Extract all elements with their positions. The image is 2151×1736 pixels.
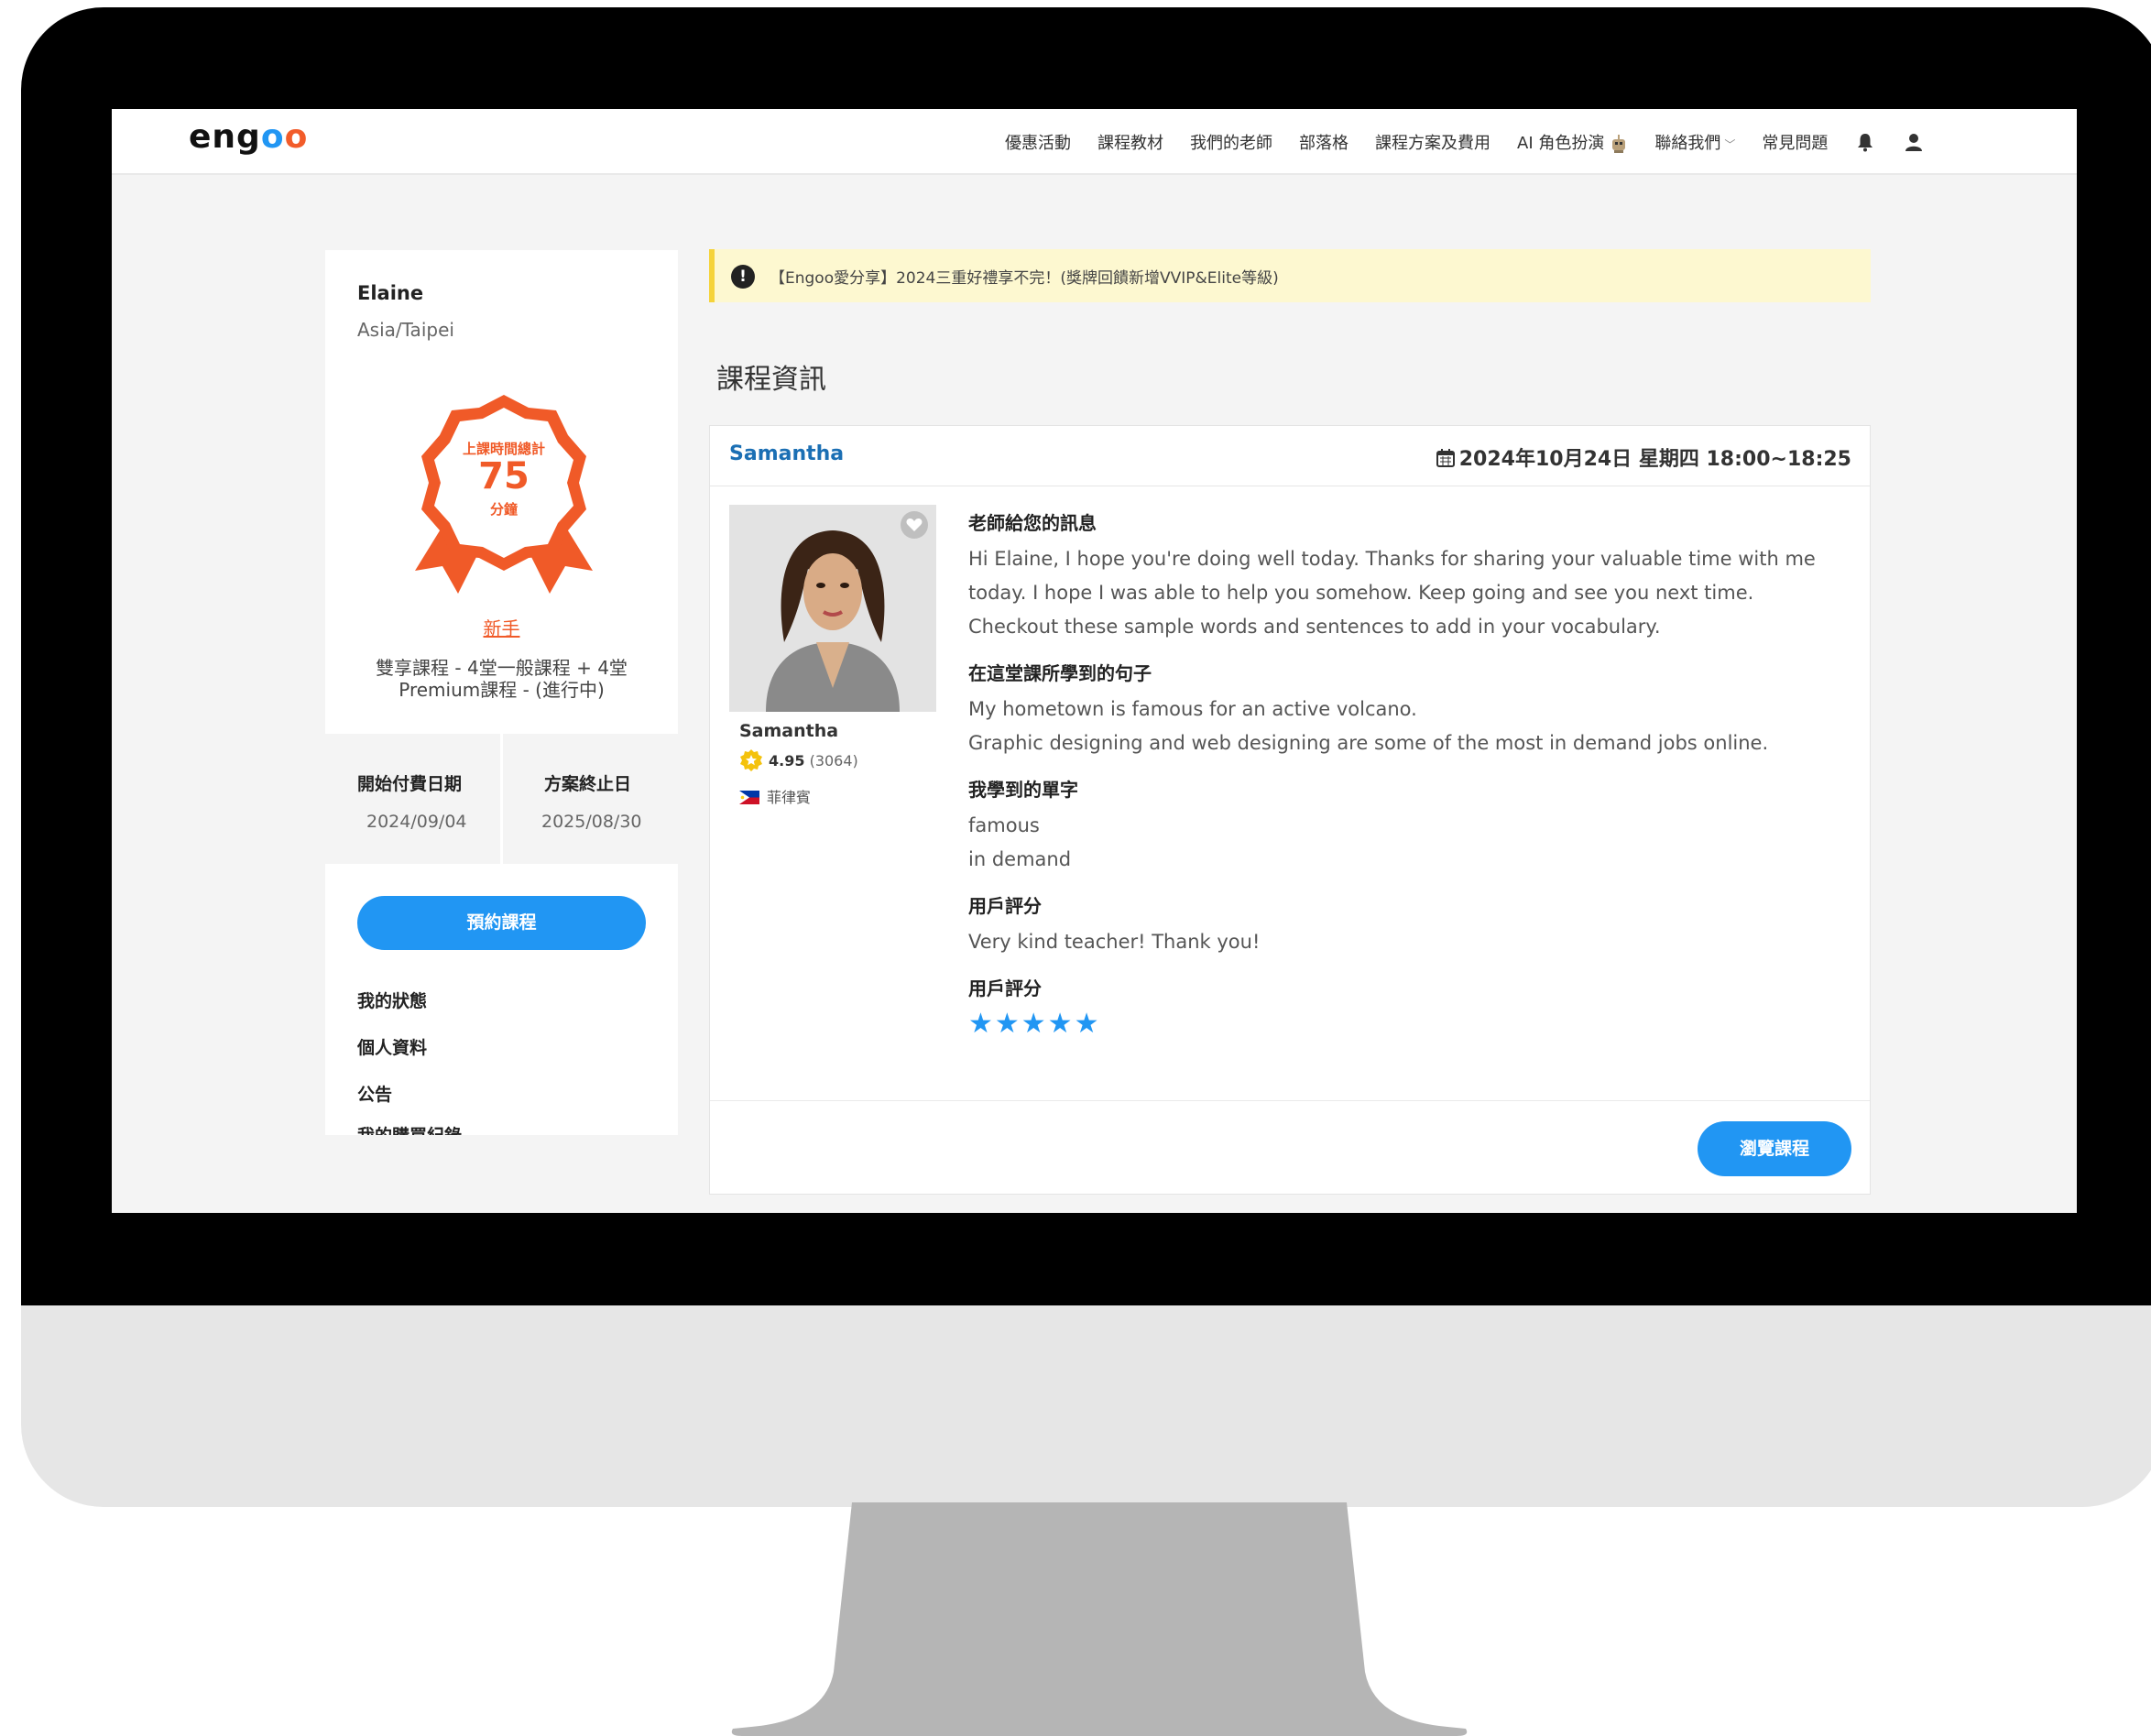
favorite-heart-icon[interactable] [901, 511, 928, 539]
rating-star-badge-icon [740, 749, 762, 771]
sentences-heading: 在這堂課所學到的句子 [968, 662, 1152, 684]
sentence-item: My hometown is famous for an active volc… [968, 698, 1417, 720]
lesson-card-footer: 瀏覽課程 [710, 1100, 1870, 1196]
nav-blog[interactable]: 部落格 [1299, 130, 1348, 154]
nav-faq[interactable]: 常見問題 [1762, 130, 1828, 154]
calendar-icon [1436, 449, 1455, 467]
info-icon: ! [731, 265, 755, 289]
review-heading: 用戶評分 [968, 895, 1042, 917]
main-nav: 優惠活動 課程教材 我們的老師 部落格 課程方案及費用 AI 角色扮演 聯絡我們… [1005, 109, 1925, 175]
nav-ai-roleplay[interactable]: AI 角色扮演 [1517, 130, 1628, 154]
nav-materials[interactable]: 課程教材 [1097, 130, 1163, 154]
sidebar-item-purchase-history[interactable]: 我的購買紀錄 [357, 1122, 462, 1135]
monitor-stand [724, 1502, 1475, 1736]
teacher-card-name: Samantha [739, 721, 839, 741]
start-date-label: 開始付費日期 [357, 774, 463, 794]
monitor-chin [21, 1305, 2151, 1507]
sidebar-item-announcements[interactable]: 公告 [357, 1081, 392, 1106]
sentences-section: 在這堂課所學到的句子 My hometown is famous for an … [968, 659, 1848, 760]
rating-count: (3064) [809, 752, 858, 770]
level-link[interactable]: 新手 [325, 614, 678, 640]
nav-pricing[interactable]: 課程方案及費用 [1375, 130, 1490, 154]
bell-icon[interactable] [1854, 131, 1876, 153]
sentence-item: Graphic designing and web designing are … [968, 732, 1769, 754]
engoo-logo[interactable]: engoo [189, 118, 308, 156]
page-title: 課程資訊 [716, 364, 826, 396]
user-icon[interactable] [1903, 131, 1925, 153]
lesson-datetime: 2024年10月24日 星期四 18:00~18:25 [1436, 442, 1851, 472]
app-screen: engoo 優惠活動 課程教材 我們的老師 部落格 課程方案及費用 AI 角色扮… [112, 109, 2077, 1213]
word-item: in demand [968, 848, 1072, 870]
star-rating: ★★★★★ [968, 1008, 1101, 1040]
word-item: famous [968, 814, 1040, 836]
lesson-card-header: Samantha 2024年10月24日 星期四 18:00~18:25 [710, 426, 1870, 486]
total-time-badge: 上課時間總計 75 分鐘 [408, 378, 600, 607]
philippines-flag-icon [739, 791, 759, 804]
start-date-cell: 開始付費日期 2024/09/04 [325, 734, 500, 864]
teacher-name-link[interactable]: Samantha [729, 442, 844, 465]
rating-value: 4.95 [769, 752, 805, 770]
robot-icon [1612, 135, 1626, 153]
badge-value: 75 [478, 455, 530, 497]
score-section: 用戶評分 ★★★★★ [968, 974, 1848, 1040]
lesson-card: Samantha 2024年10月24日 星期四 18:00~18:25 Sam… [709, 425, 1871, 1195]
words-heading: 我學到的單字 [968, 779, 1078, 801]
sidebar: Elaine Asia/Taipei 上課時間總計 75 分鐘 新手 雙享課程 … [325, 250, 678, 1135]
user-name: Elaine [357, 282, 424, 304]
lesson-datetime-text: 2024年10月24日 星期四 18:00~18:25 [1458, 448, 1851, 471]
teacher-message-heading: 老師給您的訊息 [968, 512, 1097, 534]
teacher-rating: 4.95 (3064) [739, 748, 858, 772]
words-section: 我學到的單字 famous in demand [968, 775, 1848, 877]
nav-contact-label: 聯絡我們 [1654, 134, 1721, 153]
nav-ai-roleplay-label: AI 角色扮演 [1517, 134, 1605, 153]
badge-unit: 分鐘 [489, 501, 518, 518]
nav-contact[interactable]: 聯絡我們 ﹀ [1654, 130, 1735, 154]
end-date-cell: 方案終止日 2025/08/30 [500, 734, 678, 864]
lesson-content: 老師給您的訊息 Hi Elaine, I hope you're doing w… [968, 508, 1848, 1054]
nav-teachers[interactable]: 我們的老師 [1190, 130, 1272, 154]
country-name: 菲律賓 [767, 789, 812, 806]
end-date-label: 方案終止日 [544, 774, 632, 794]
chevron-down-icon: ﹀ [1724, 138, 1736, 151]
teacher-message-section: 老師給您的訊息 Hi Elaine, I hope you're doing w… [968, 508, 1848, 644]
nav-promotions[interactable]: 優惠活動 [1005, 130, 1071, 154]
teacher-country: 菲律賓 [739, 785, 811, 807]
announcement-banner[interactable]: ! 【Engoo愛分享】2024三重好禮享不完！(獎牌回饋新增VVIP&Elit… [709, 249, 1871, 302]
review-section: 用戶評分 Very kind teacher! Thank you! [968, 891, 1848, 959]
sidebar-item-profile[interactable]: 個人資料 [357, 1034, 427, 1059]
announcement-text: 【Engoo愛分享】2024三重好禮享不完！(獎牌回饋新增VVIP&Elite等… [770, 269, 1279, 288]
plan-name: 雙享課程 - 4堂一般課程 + 4堂 Premium課程 - (進行中) [376, 657, 628, 701]
top-navigation-bar: engoo 優惠活動 課程教材 我們的老師 部落格 課程方案及費用 AI 角色扮… [112, 109, 2077, 175]
plan-dates: 開始付費日期 2024/09/04 方案終止日 2025/08/30 [325, 734, 678, 864]
sidebar-item-my-status[interactable]: 我的狀態 [357, 988, 427, 1012]
browse-lesson-button[interactable]: 瀏覽課程 [1698, 1121, 1851, 1176]
end-date-value: 2025/08/30 [541, 812, 642, 832]
score-heading: 用戶評分 [968, 977, 1042, 999]
teacher-message-text: Hi Elaine, I hope you're doing well toda… [968, 548, 1816, 638]
start-date-value: 2024/09/04 [366, 812, 467, 832]
book-lesson-button[interactable]: 預約課程 [357, 896, 646, 950]
user-timezone: Asia/Taipei [357, 319, 454, 341]
review-text: Very kind teacher! Thank you! [968, 931, 1261, 953]
